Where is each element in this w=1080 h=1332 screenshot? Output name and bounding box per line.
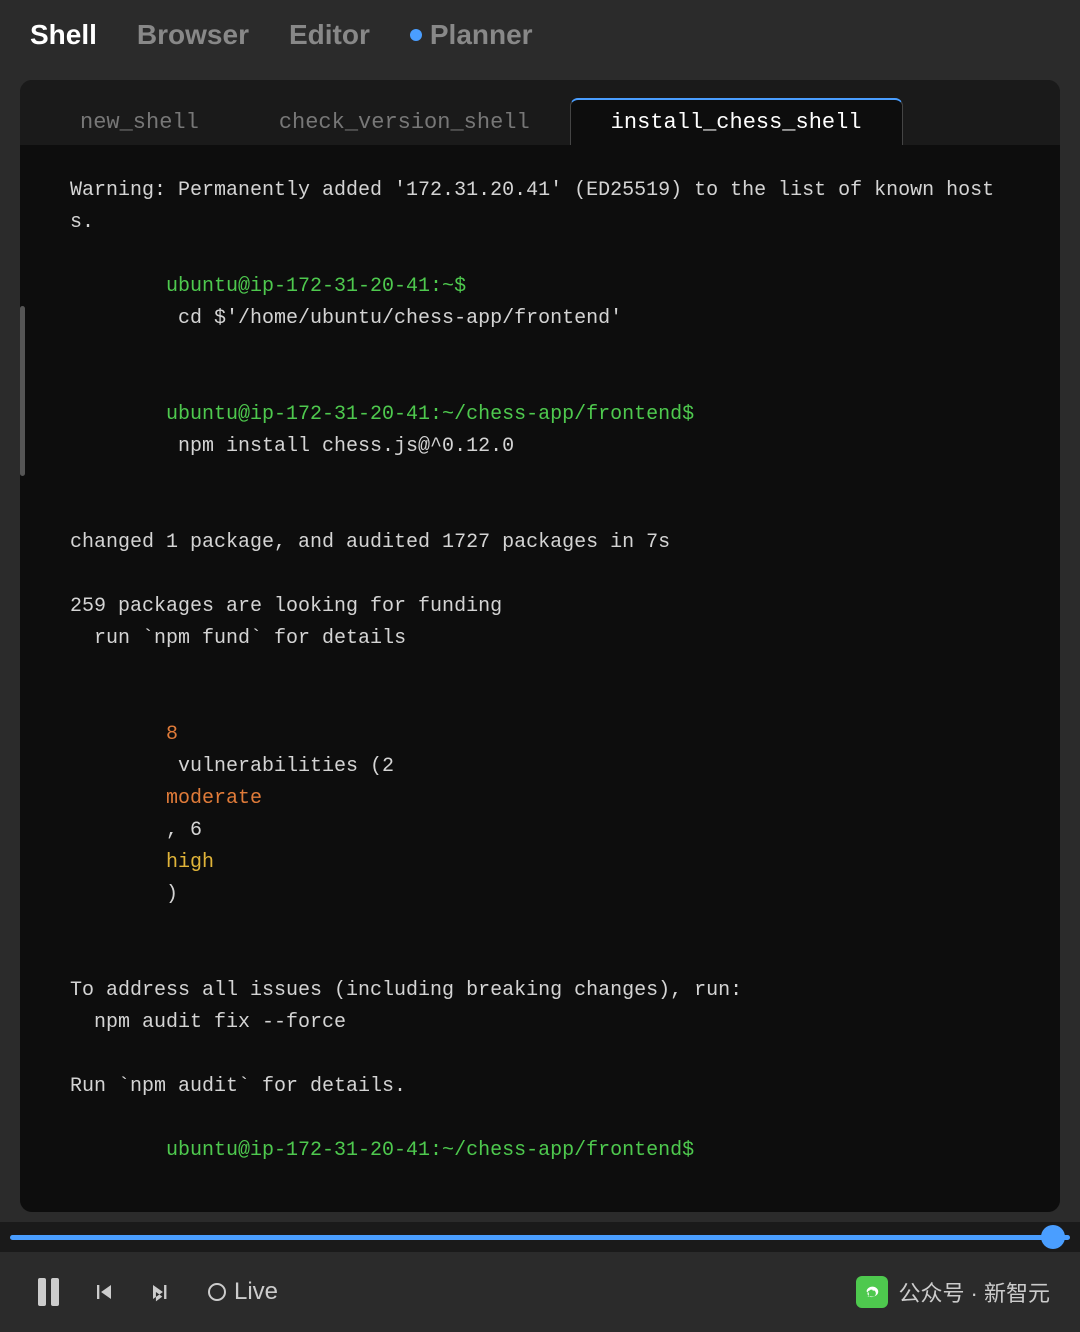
terminal-line: changed 1 package, and audited 1727 pack… xyxy=(70,527,1010,559)
watermark-text: 公众号 · 新智元 xyxy=(898,1276,1050,1308)
terminal-blank xyxy=(70,559,1010,591)
skip-next-icon xyxy=(146,1278,174,1306)
terminal-prompt: ubuntu@ip-172-31-20-41:~$ xyxy=(166,275,466,298)
terminal-line: To address all issues (including breakin… xyxy=(70,975,1010,1007)
skip-prev-icon xyxy=(90,1278,118,1306)
vuln-text: vulnerabilities (2 xyxy=(166,755,406,778)
top-nav: Shell Browser Editor Planner xyxy=(0,0,1080,70)
tab-new-shell[interactable]: new_shell xyxy=(40,100,239,145)
pause-button[interactable] xyxy=(30,1274,66,1310)
vuln-sep: , 6 xyxy=(166,819,214,842)
pause-icon xyxy=(38,1278,59,1306)
terminal-vuln-line: 8 vulnerabilities (2 moderate , 6 high ) xyxy=(70,687,1010,943)
scrubber-thumb[interactable] xyxy=(1041,1225,1065,1249)
tab-bar: new_shell check_version_shell install_ch… xyxy=(20,80,1060,145)
bottom-right: 公众号 · 新智元 xyxy=(856,1276,1050,1308)
terminal-body[interactable]: Warning: Permanently added '172.31.20.41… xyxy=(20,145,1060,1212)
terminal-prompt: ubuntu@ip-172-31-20-41:~/chess-app/front… xyxy=(166,1139,694,1162)
nav-shell[interactable]: Shell xyxy=(30,11,97,59)
scrubber-bar[interactable] xyxy=(0,1222,1080,1252)
main-content: new_shell check_version_shell install_ch… xyxy=(0,70,1080,1222)
vuln-end: ) xyxy=(166,883,178,906)
terminal-blank xyxy=(70,495,1010,527)
planner-dot xyxy=(410,29,422,41)
nav-planner[interactable]: Planner xyxy=(410,11,533,59)
playback-controls: Live xyxy=(30,1274,278,1310)
terminal-blank xyxy=(70,655,1010,687)
terminal-line: run `npm fund` for details xyxy=(70,623,1010,655)
live-circle-icon xyxy=(208,1283,226,1301)
vuln-high: high xyxy=(166,851,214,874)
skip-next-button[interactable] xyxy=(142,1274,178,1310)
terminal-command: npm install chess.js@^0.12.0 xyxy=(166,435,514,458)
nav-browser[interactable]: Browser xyxy=(137,11,249,59)
tab-check-version-shell[interactable]: check_version_shell xyxy=(239,100,570,145)
terminal-line: Run `npm audit` for details. xyxy=(70,1071,1010,1103)
vuln-number: 8 xyxy=(166,723,178,746)
terminal-command: cd $'/home/ubuntu/chess-app/frontend' xyxy=(166,307,622,330)
nav-editor[interactable]: Editor xyxy=(289,11,370,59)
live-label: Live xyxy=(234,1278,278,1306)
skip-prev-button[interactable] xyxy=(86,1274,122,1310)
tab-install-chess-shell[interactable]: install_chess_shell xyxy=(570,98,903,145)
terminal-line: ubuntu@ip-172-31-20-41:~$ cd $'/home/ubu… xyxy=(70,239,1010,367)
terminal-line: ubuntu@ip-172-31-20-41:~/chess-app/front… xyxy=(70,367,1010,495)
terminal-blank xyxy=(70,943,1010,975)
terminal-blank xyxy=(70,1039,1010,1071)
terminal-line: Warning: Permanently added '172.31.20.41… xyxy=(70,175,1010,239)
terminal-line: 259 packages are looking for funding xyxy=(70,591,1010,623)
terminal-line: ubuntu@ip-172-31-20-41:~/chess-app/front… xyxy=(70,1103,1010,1199)
live-indicator[interactable]: Live xyxy=(208,1278,278,1306)
vuln-moderate: moderate xyxy=(166,787,262,810)
terminal-line: npm audit fix --force xyxy=(70,1007,1010,1039)
terminal-container: new_shell check_version_shell install_ch… xyxy=(20,80,1060,1212)
wechat-icon xyxy=(856,1276,888,1308)
scrubber-track[interactable] xyxy=(10,1235,1070,1240)
terminal-prompt: ubuntu@ip-172-31-20-41:~/chess-app/front… xyxy=(166,403,694,426)
bottom-bar: Live 公众号 · 新智元 xyxy=(0,1252,1080,1332)
